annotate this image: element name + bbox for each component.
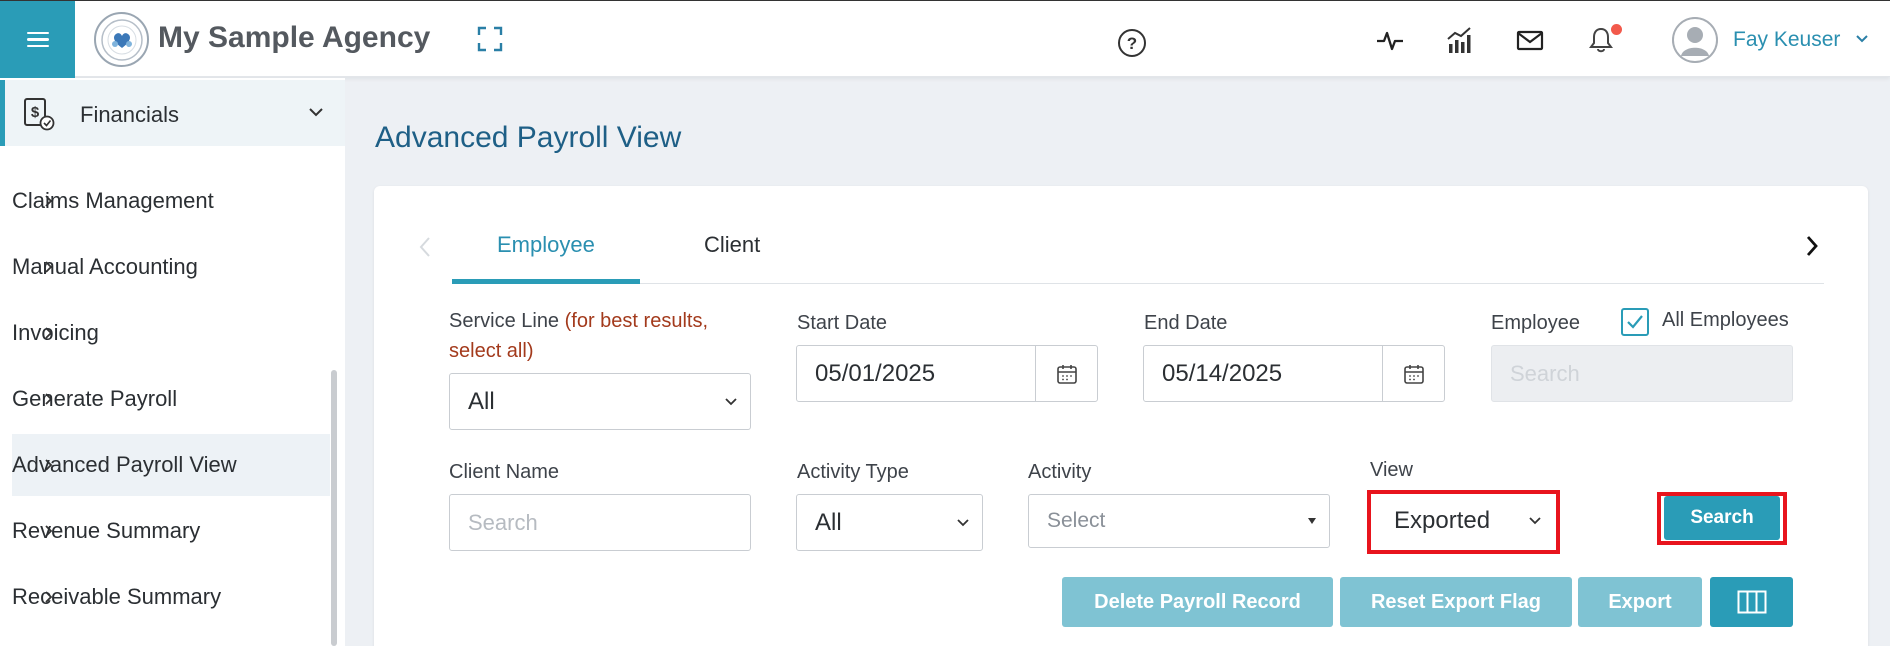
sidebar-item-label: Receivable Summary [12,584,222,609]
sidebar-item-label: Advanced Payroll View [12,452,237,477]
menu-toggle-button[interactable] [0,1,75,78]
activity-type-select[interactable]: All [796,494,983,551]
sidebar-item-claims-management[interactable]: Claims Management [12,170,330,232]
sidebar-item-advanced-payroll-view[interactable]: Advanced Payroll View [12,434,330,496]
activity-type-value: All [815,508,842,536]
sidebar-item-revenue-summary[interactable]: Revenue Summary [12,500,330,562]
user-avatar[interactable] [1672,17,1718,63]
employee-label: Employee [1491,312,1580,334]
end-date-value: 05/14/2025 [1162,359,1283,387]
svg-text:$: $ [31,104,40,121]
sidebar-section-financials[interactable]: $ Financials [0,80,345,146]
service-line-hint: (for best results, [564,310,709,332]
sidebar-item-label: Manual Accounting [12,254,198,279]
hamburger-icon [26,31,49,48]
tabs-divider [452,283,1824,284]
activity-type-label: Activity Type [797,461,909,483]
help-icon[interactable]: ? [1117,28,1147,58]
start-date-label: Start Date [797,312,888,334]
calendar-icon [1056,364,1077,384]
fullscreen-icon[interactable] [477,26,503,52]
tab-employee[interactable]: Employee [497,232,595,258]
chevron-down-icon [309,108,323,117]
sidebar-item-receivable-summary[interactable]: Receivable Summary [12,566,330,628]
employee-search-input: Search [1491,345,1793,402]
top-bar: My Sample Agency ? Fay Keuser [0,0,1890,78]
chevron-down-icon[interactable] [1855,33,1869,45]
delete-payroll-record-button[interactable]: Delete Payroll Record [1062,577,1333,627]
export-button[interactable]: Export [1578,577,1702,627]
sidebar-section-label: Financials [80,102,180,127]
tab-scroll-right-icon[interactable] [1804,234,1820,258]
sidebar-item-label: Revenue Summary [12,518,201,543]
end-date-field[interactable]: 05/14/2025 [1143,345,1445,402]
activity-placeholder: Select [1047,509,1106,532]
analytics-chart-icon[interactable] [1445,25,1475,55]
financials-icon: $ [24,98,55,131]
client-name-placeholder: Search [468,509,538,535]
client-name-input[interactable]: Search [449,494,751,551]
activity-pulse-icon[interactable] [1375,25,1405,55]
caret-down-icon [1308,518,1316,524]
sidebar-item-label: Claims Management [12,188,214,213]
checkmark-icon [1627,315,1643,329]
chevron-down-icon [957,518,969,526]
sidebar-scrollbar[interactable] [331,370,337,646]
sidebar-item-label: Invoicing [12,320,99,345]
all-employees-checkbox[interactable] [1621,308,1649,336]
page-title: Advanced Payroll View [375,121,682,154]
svg-text:?: ? [1127,34,1137,53]
notification-badge [1611,24,1622,35]
agency-name: My Sample Agency [158,21,431,54]
mail-icon[interactable] [1515,25,1545,55]
service-line-select[interactable]: All [449,373,751,430]
agency-logo [94,12,149,67]
tab-client[interactable]: Client [704,232,760,258]
sidebar: $ Financials Claims Management Manual Ac… [0,78,345,646]
sidebar-item-manual-accounting[interactable]: Manual Accounting [12,236,330,298]
view-highlight-box [1367,490,1560,554]
sidebar-item-generate-payroll[interactable]: Generate Payroll [12,368,330,430]
service-line-label: Service Line (for best results, [449,310,709,332]
end-date-calendar-button[interactable] [1382,346,1444,401]
calendar-icon [1403,364,1424,384]
sidebar-item-label: Generate Payroll [12,386,178,411]
columns-icon [1737,590,1766,614]
start-date-field[interactable]: 05/01/2025 [796,345,1098,402]
start-date-value: 05/01/2025 [815,359,936,387]
service-line-value: All [468,387,495,415]
activity-label: Activity [1028,461,1092,483]
employee-search-placeholder: Search [1510,360,1580,386]
sidebar-item-invoicing[interactable]: Invoicing [12,302,330,364]
start-date-calendar-button[interactable] [1035,346,1097,401]
search-highlight-box [1657,492,1787,545]
view-label: View [1370,459,1413,481]
chevron-down-icon [725,397,737,405]
end-date-label: End Date [1144,312,1228,334]
tab-scroll-left-icon[interactable] [418,236,432,258]
all-employees-label: All Employees [1662,309,1789,331]
active-tab-indicator [452,279,640,284]
client-name-label: Client Name [449,461,560,483]
activity-select[interactable]: Select [1028,494,1330,548]
column-chooser-button[interactable] [1710,577,1793,627]
user-name[interactable]: Fay Keuser [1733,28,1840,52]
service-line-hint-2: select all) [449,340,534,362]
reset-export-flag-button[interactable]: Reset Export Flag [1340,577,1572,627]
